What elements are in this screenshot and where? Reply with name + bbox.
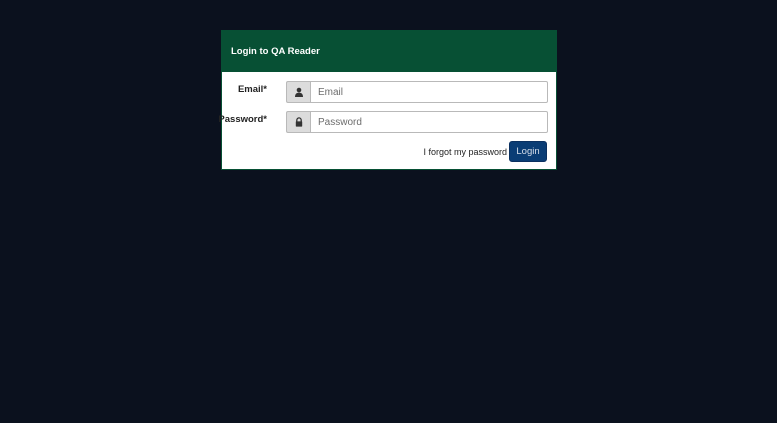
- lock-icon: [286, 111, 310, 133]
- password-input-group: [286, 111, 548, 133]
- login-button[interactable]: Login: [509, 141, 547, 162]
- password-row: Password*: [218, 111, 556, 133]
- panel-title: Login to QA Reader: [222, 31, 556, 72]
- password-label: Password*: [218, 114, 267, 125]
- password-field[interactable]: [310, 111, 548, 133]
- email-field[interactable]: [310, 81, 548, 103]
- login-panel: Login to QA Reader Email* Password*: [218, 30, 557, 170]
- form-actions: I forgot my password Login: [423, 141, 547, 162]
- forgot-password-link[interactable]: I forgot my password: [423, 147, 507, 157]
- user-icon: [286, 81, 310, 103]
- email-row: Email*: [222, 81, 556, 103]
- email-label: Email*: [237, 84, 267, 95]
- email-input-group: [286, 81, 548, 103]
- page: Login to QA Reader Email* Password*: [0, 0, 777, 423]
